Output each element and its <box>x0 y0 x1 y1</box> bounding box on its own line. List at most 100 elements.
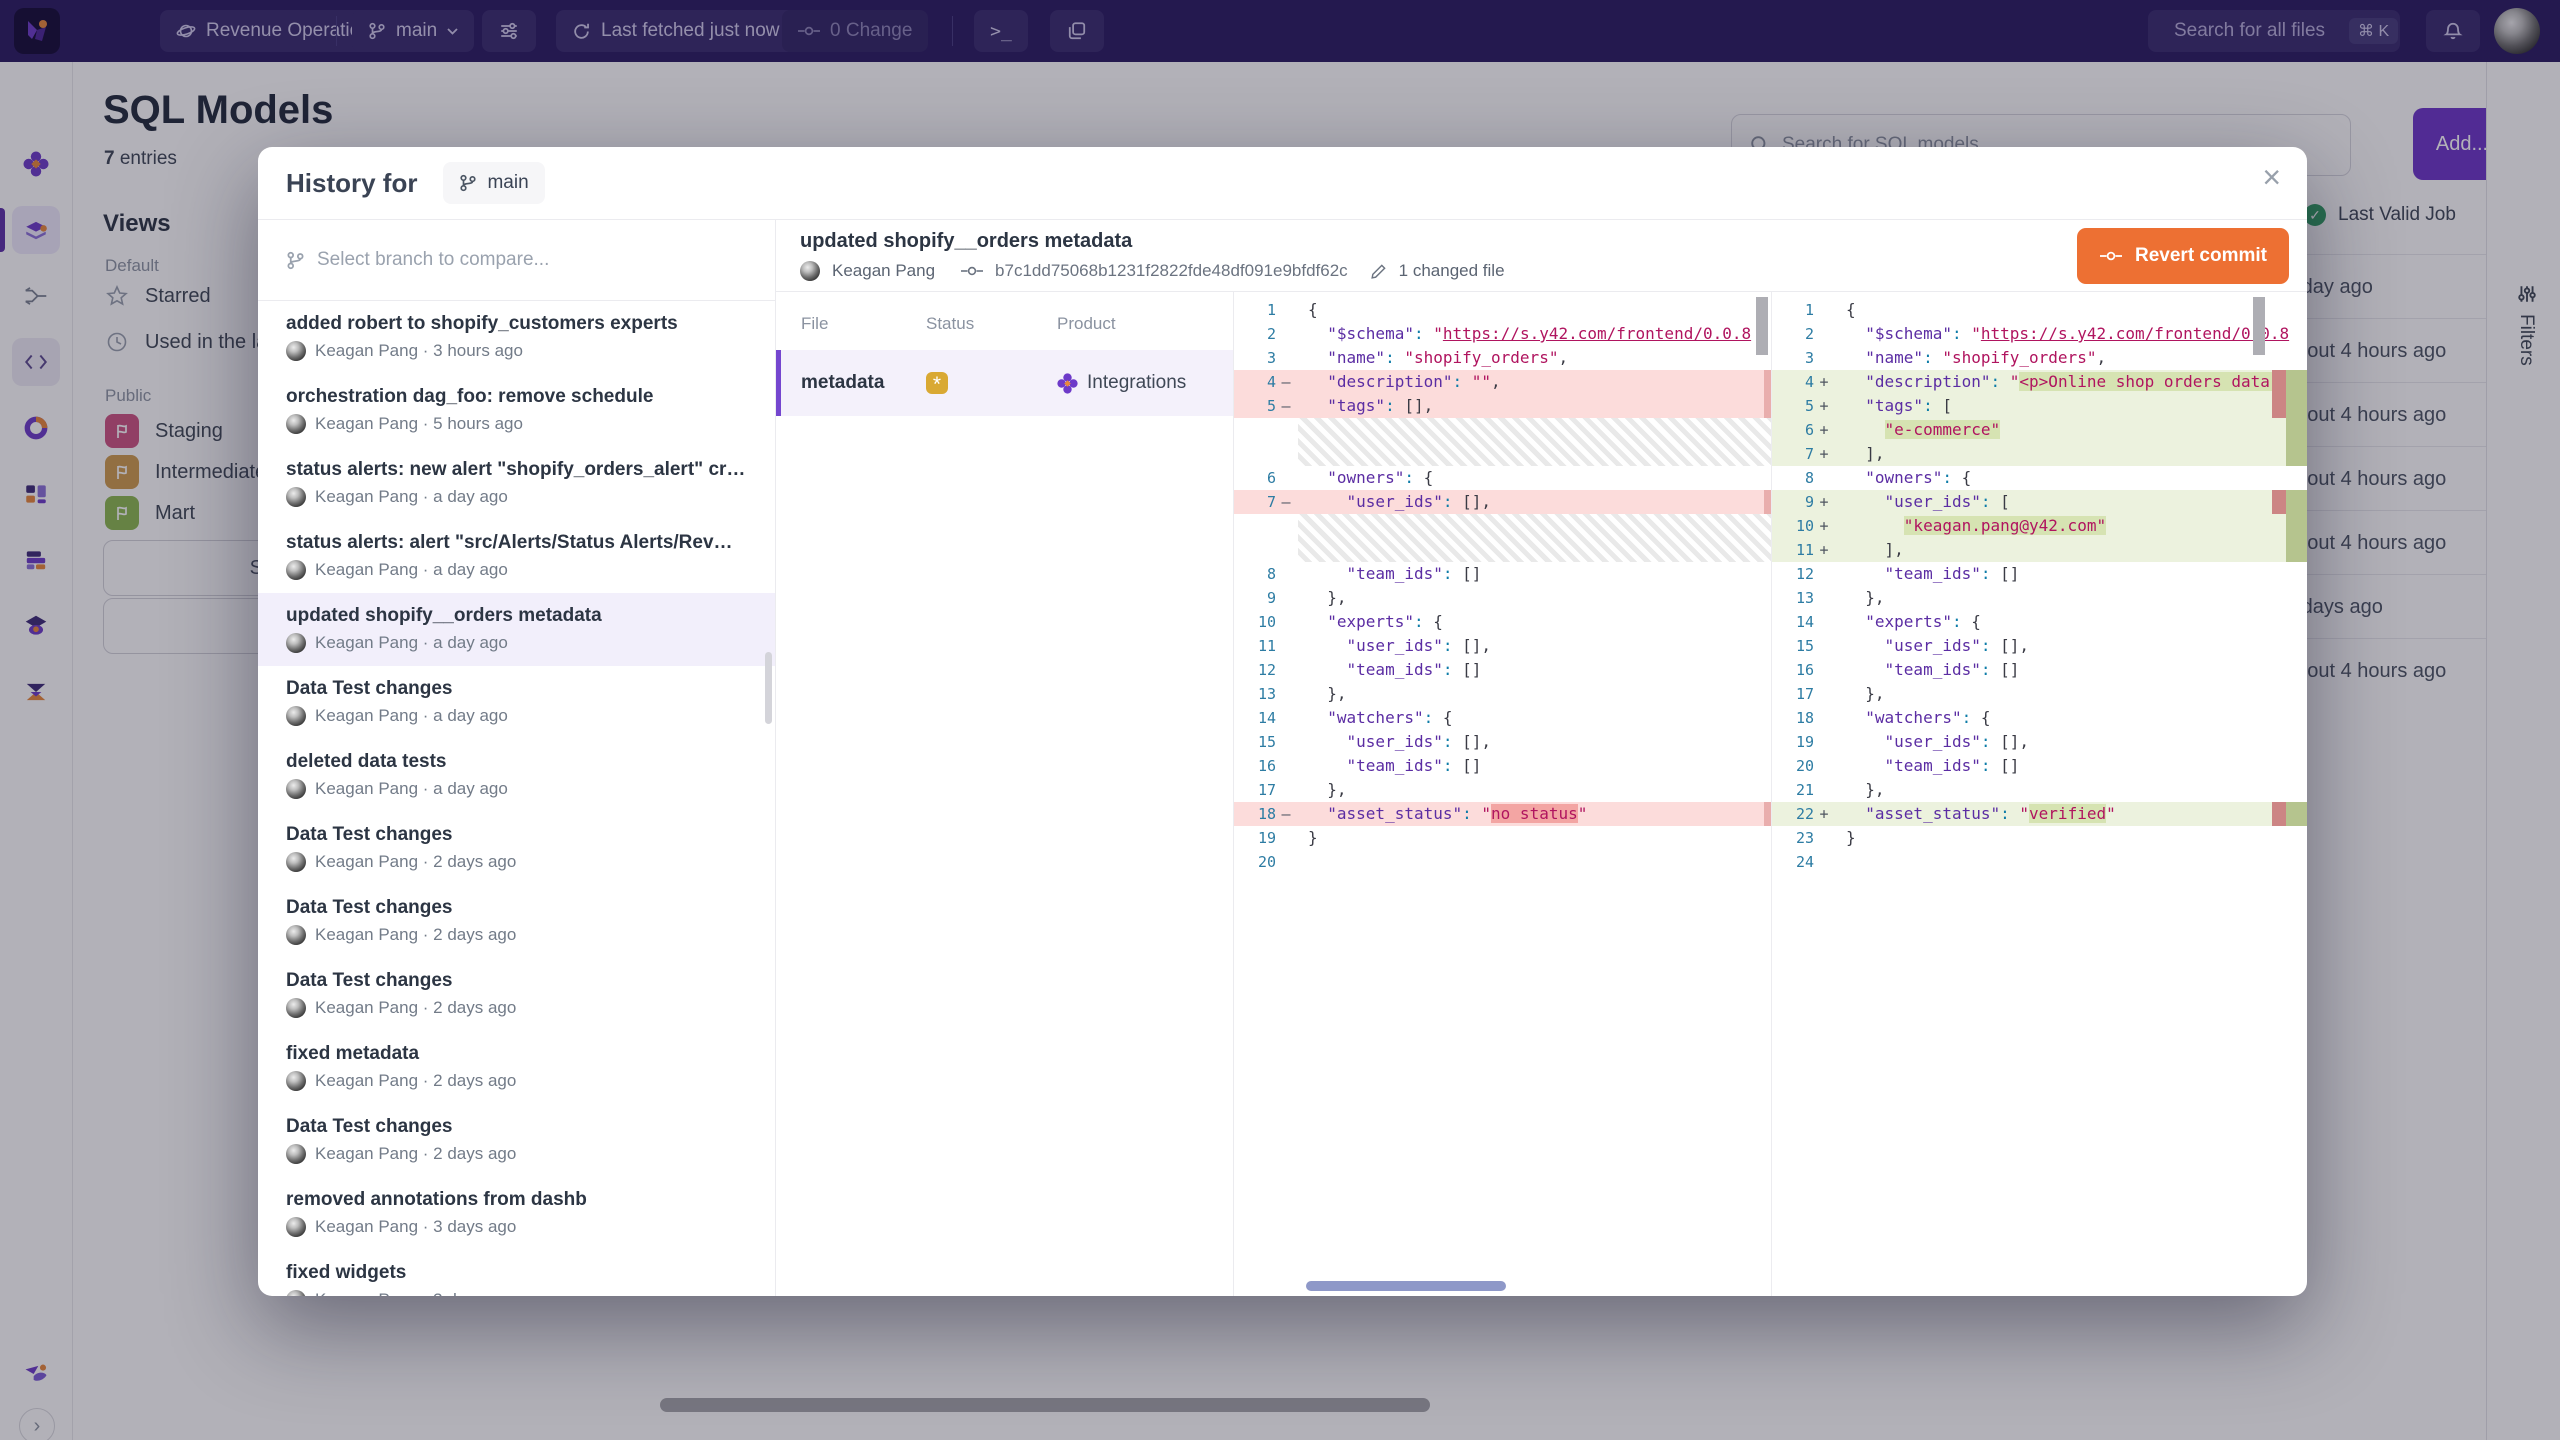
diff-overview-mark <box>1764 802 1771 826</box>
commit-author-time: Keagan Pang · a day ago <box>315 633 508 653</box>
close-icon[interactable]: × <box>2262 161 2281 193</box>
commit-item[interactable]: orchestration dag_foo: remove schedule Ke… <box>258 374 775 447</box>
diff-original-code: 1{2 "$schema": "https://s.y42.com/fronte… <box>1234 292 1771 874</box>
commit-item[interactable]: removed annotations from dashb Keagan Pan… <box>258 1177 775 1250</box>
diff-line: 9+ "user_ids": [ <box>1772 490 2307 514</box>
diff-line: 5+ "tags": [ <box>1772 394 2307 418</box>
commit-item[interactable]: added robert to shopify_customers expert… <box>258 301 775 374</box>
diff-overview-mark <box>2286 538 2307 562</box>
diff-line: 4– "description": "", <box>1234 370 1771 394</box>
commit-list-scrollbar[interactable] <box>765 652 772 724</box>
author-avatar <box>286 779 306 799</box>
diff-horizontal-scrollbar[interactable] <box>1306 1281 1506 1291</box>
commit-item[interactable]: Data Test changesKeagan Pang · 2 days ag… <box>258 1104 775 1177</box>
commit-author-time: Keagan Pang · 2 days ago <box>315 852 516 872</box>
pencil-icon <box>1370 263 1387 280</box>
commit-author-time: Keagan Pang · a day ago <box>315 779 508 799</box>
commit-item[interactable]: Data Test changes Keagan Pang · 2 days ag… <box>258 812 775 885</box>
diff-line: 10 "experts": { <box>1234 610 1771 634</box>
commit-title: added robert to shopify_customers expert… <box>286 313 747 335</box>
product-label: Integrations <box>1087 372 1186 394</box>
compare-branch-select[interactable]: Select branch to compare... <box>258 220 775 301</box>
diff-modified-scrollbar[interactable] <box>2253 297 2265 355</box>
commit-item[interactable]: status alerts: new alert "shopify_orders… <box>258 447 775 520</box>
commit-item[interactable]: deleted data tests Keagan Pang · a day ag… <box>258 739 775 812</box>
commit-item[interactable]: updated shopify__orders metadataKeagan P… <box>258 593 775 666</box>
diff-line: 14 "experts": { <box>1772 610 2307 634</box>
diff-line: 13 }, <box>1234 682 1771 706</box>
commit-list: added robert to shopify_customers expert… <box>258 301 775 1296</box>
commit-meta: Keagan Pang · 2 days ago <box>286 1071 747 1091</box>
diff-line: 13 }, <box>1772 586 2307 610</box>
diff-line: 15 "user_ids": [], <box>1772 634 2307 658</box>
author-avatar <box>286 852 306 872</box>
diff-line: 7– "user_ids": [], <box>1234 490 1771 514</box>
diff-line: 11+ ], <box>1772 538 2307 562</box>
commit-title: Data Test changes <box>286 824 747 846</box>
diff-line: 12 "team_ids": [] <box>1772 562 2307 586</box>
diff-line: 6 "owners": { <box>1234 466 1771 490</box>
commit-item[interactable]: fixed metadataKeagan Pang · 2 days ago <box>258 1031 775 1104</box>
diff-overview-mark <box>2286 514 2307 538</box>
diff-line: 2 "$schema": "https://s.y42.com/frontend… <box>1772 322 2307 346</box>
diff-pane-modified[interactable]: 1{2 "$schema": "https://s.y42.com/fronte… <box>1771 292 2307 1296</box>
commit-item[interactable]: Data Test changesKeagan Pang · 2 days ag… <box>258 885 775 958</box>
commit-author-time: Keagan Pang · 3 hours ago <box>315 341 523 361</box>
diff-line: 18– "asset_status": "no status" <box>1234 802 1771 826</box>
commit-author-time: Keagan Pang · a day ago <box>315 487 508 507</box>
commit-meta: Keagan Pang · a day ago <box>286 633 747 653</box>
commit-meta: Keagan Pang · 5 hours ago <box>286 414 747 434</box>
diff-original-scrollbar[interactable] <box>1756 297 1768 355</box>
commit-author-time: Keagan Pang · 2 days ago <box>315 1144 516 1164</box>
commit-item[interactable]: Data Test changes Keagan Pang · a day ago <box>258 666 775 739</box>
column-file: File <box>801 314 926 334</box>
diff-modified-code: 1{2 "$schema": "https://s.y42.com/fronte… <box>1772 292 2307 874</box>
author-avatar <box>286 1071 306 1091</box>
diff-line: 7+ ], <box>1772 442 2307 466</box>
commit-title: deleted data tests <box>286 751 747 773</box>
commit-meta: Keagan Pang · a day ago <box>286 706 747 726</box>
diff-overview-mark <box>2286 418 2307 442</box>
diff-overview-mark <box>1764 394 1771 418</box>
commit-hash[interactable]: b7c1dd75068b1231f2822fde48df091e9bfdf62c <box>995 261 1348 281</box>
commit-item[interactable]: status alerts: alert "src/Alerts/Status … <box>258 520 775 593</box>
diff-overview-mark <box>2272 370 2286 394</box>
diff-line: 6+ "e-commerce" <box>1772 418 2307 442</box>
author-avatar <box>286 487 306 507</box>
commit-title: orchestration dag_foo: remove schedule <box>286 386 747 408</box>
diff-line: 22+ "asset_status": "verified" <box>1772 802 2307 826</box>
diff-line: 8 "owners": { <box>1772 466 2307 490</box>
diff-line: 5– "tags": [], <box>1234 394 1771 418</box>
commit-meta: Keagan Pang · 3 days ago <box>286 1217 747 1237</box>
commit-title: status alerts: new alert "shopify_orders… <box>286 459 747 481</box>
diff-overview-mark <box>2286 442 2307 466</box>
commit-title: Data Test changes <box>286 678 747 700</box>
commit-title: removed annotations from dashb <box>286 1189 747 1211</box>
revert-icon <box>2099 249 2123 263</box>
commit-hash-icon <box>961 264 983 278</box>
commit-author-time: Keagan Pang · 2 days ago <box>315 925 516 945</box>
diff-overview-mark <box>2272 490 2286 514</box>
commit-meta: Keagan Pang · 2 days ago <box>286 852 747 872</box>
diff-line: 1{ <box>1772 298 2307 322</box>
diff-overview-mark <box>2286 802 2307 826</box>
branch-chip[interactable]: main <box>443 162 544 204</box>
revert-commit-button[interactable]: Revert commit <box>2077 228 2289 284</box>
commit-detail-header: updated shopify__orders metadata Keagan … <box>776 220 2307 292</box>
commit-title: Data Test changes <box>286 970 747 992</box>
diff-overview-mark <box>1764 370 1771 394</box>
author-avatar <box>286 1290 306 1296</box>
diff-overview-mark <box>1764 490 1771 514</box>
diff-line: 3 "name": "shopify_orders", <box>1772 346 2307 370</box>
commit-item[interactable]: Data Test changesKeagan Pang · 2 days ag… <box>258 958 775 1031</box>
commit-item[interactable]: fixed widgetsKeagan Pang · 3 days ago <box>258 1250 775 1296</box>
file-row-metadata[interactable]: metadata * Integrations <box>776 350 1233 416</box>
diff-editor: 1{2 "$schema": "https://s.y42.com/fronte… <box>1234 292 2307 1296</box>
diff-line: 16 "team_ids": [] <box>1772 658 2307 682</box>
commit-author-time: Keagan Pang · 5 hours ago <box>315 414 523 434</box>
author-avatar <box>286 1144 306 1164</box>
commit-meta: Keagan Pang · 2 days ago <box>286 1144 747 1164</box>
diff-pane-original[interactable]: 1{2 "$schema": "https://s.y42.com/fronte… <box>1234 292 1771 1296</box>
modified-status-badge: * <box>926 372 948 394</box>
file-table-header: File Status Product <box>776 292 1233 350</box>
